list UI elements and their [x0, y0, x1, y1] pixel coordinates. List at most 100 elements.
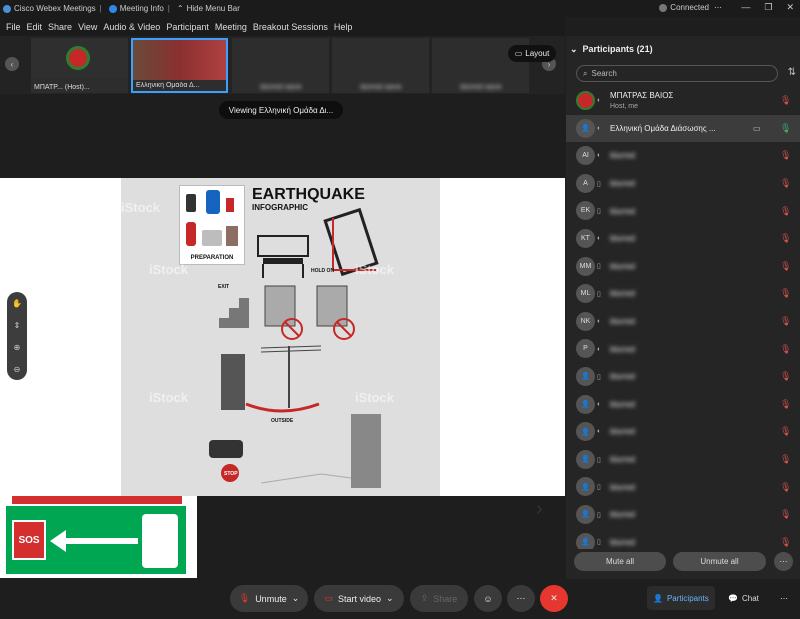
start-video-button[interactable]: ▭ Start video ⌄: [314, 585, 404, 612]
more-options-button[interactable]: ⋯: [774, 552, 793, 571]
hide-menu-bar-button[interactable]: ⌃ Hide Menu Bar: [177, 4, 240, 13]
unmute-button[interactable]: 🎙 Unmute ⌄: [230, 585, 308, 612]
more-icon: ⋯: [516, 593, 526, 603]
mic-muted-icon[interactable]: 🎙: [780, 316, 791, 327]
mic-muted-icon[interactable]: 🎙: [780, 344, 791, 355]
participant-name: blurred: [610, 537, 635, 547]
video-strip: ‹ ΜΠΑΤΡ... (Host)... Ελληνική Ομάδα Δ...…: [0, 36, 565, 94]
participant-row[interactable]: KT ◐ blurred 🎙: [566, 225, 800, 253]
menu-help[interactable]: Help: [334, 22, 353, 32]
unmute-all-button[interactable]: Unmute all: [673, 552, 766, 571]
headset-icon: ◐: [597, 428, 602, 436]
participant-row[interactable]: 👤 ▯ blurred 🎙: [566, 473, 800, 501]
mic-muted-icon[interactable]: 🎙: [780, 454, 791, 465]
menu-meeting[interactable]: Meeting: [215, 22, 247, 32]
reactions-button[interactable]: ☺: [474, 585, 502, 612]
avatar: MM: [576, 256, 595, 276]
mic-muted-icon[interactable]: 🎙: [780, 150, 791, 161]
participant-row[interactable]: NK ◐ blurred 🎙: [566, 308, 800, 336]
video-thumb-host[interactable]: ΜΠΑΤΡ... (Host)...: [31, 38, 128, 93]
participant-search-input[interactable]: ⌕ Search: [576, 65, 778, 82]
participant-row[interactable]: 👤 ◐ Ελληνική Ομάδα Διάσωσης ... ▭ 🎙: [566, 114, 800, 143]
close-window-button[interactable]: ✕: [786, 2, 794, 13]
mic-on-icon[interactable]: 🎙: [780, 123, 791, 134]
infographic-drawing: [209, 207, 381, 488]
avatar: 👤: [576, 532, 595, 549]
avatar: AI: [576, 146, 595, 166]
next-page-arrow[interactable]: ›: [536, 498, 543, 521]
sort-icon[interactable]: ⇅: [788, 67, 796, 78]
share-button[interactable]: ⇪ Share: [410, 585, 468, 612]
mic-muted-icon[interactable]: 🎙: [780, 426, 791, 437]
leave-meeting-button[interactable]: ✕: [540, 585, 568, 612]
menu-participant[interactable]: Participant: [166, 22, 209, 32]
menu-audio-video[interactable]: Audio & Video: [103, 22, 160, 32]
participant-name: blurred: [610, 151, 635, 161]
mic-muted-icon[interactable]: 🎙: [780, 288, 791, 299]
zoom-out-icon[interactable]: ⊖: [7, 358, 27, 380]
connected-icon: [659, 3, 668, 12]
participant-row[interactable]: 👤 ◐ blurred 🎙: [566, 418, 800, 446]
watermark: iStock: [149, 390, 189, 405]
participant-name: blurred: [610, 510, 635, 520]
participant-row[interactable]: AI ◐ blurred 🎙: [566, 142, 800, 170]
participants-toggle-button[interactable]: 👤 Participants: [647, 586, 715, 610]
participant-row[interactable]: MM ▯ blurred 🎙: [566, 253, 800, 281]
mic-muted-icon[interactable]: 🎙: [780, 509, 791, 520]
menu-edit[interactable]: Edit: [27, 22, 43, 32]
participants-panel: ⌄ Participants (21) ⌕ Search ⇅ ◐ ΜΠΑΤΡΑΣ Β…: [566, 36, 800, 579]
participant-row[interactable]: 👤 ▯ blurred 🎙: [566, 529, 800, 549]
chat-icon: 💬: [728, 593, 738, 603]
chat-toggle-button[interactable]: 💬 Chat: [722, 586, 765, 610]
participant-list: ◐ ΜΠΑΤΡΑΣ ΒΑΙΟΣ Host, me 🎙 👤 ◐ Ελληνική …: [566, 87, 800, 549]
mic-muted-icon[interactable]: 🎙: [780, 371, 791, 382]
participant-row[interactable]: 👤 ▯ blurred 🎙: [566, 501, 800, 529]
watermark: iStock: [149, 262, 189, 277]
video-thumb[interactable]: blurred name: [232, 38, 329, 93]
menu-view[interactable]: View: [78, 22, 97, 32]
zoom-in-icon[interactable]: ⊕: [7, 336, 27, 358]
participant-row[interactable]: 👤 ◐ blurred 🎙: [566, 391, 800, 419]
more-panels-button[interactable]: ⋯: [774, 586, 794, 610]
layout-button[interactable]: ▭ Layout: [508, 45, 556, 62]
avatar: P: [576, 339, 595, 359]
mute-all-button[interactable]: Mute all: [574, 552, 666, 571]
meeting-info-button[interactable]: Meeting Info: [108, 4, 164, 13]
video-thumb-active[interactable]: Ελληνική Ομάδα Δ...: [131, 38, 228, 93]
menu-file[interactable]: File: [6, 22, 21, 32]
participant-row[interactable]: 👤 ▯ blurred 🎙: [566, 363, 800, 391]
headset-icon: ◐: [597, 318, 602, 326]
participants-header[interactable]: ⌄ Participants (21): [566, 36, 800, 62]
participant-row[interactable]: A ▯ blurred 🎙: [566, 170, 800, 198]
menu-breakout[interactable]: Breakout Sessions: [253, 22, 328, 32]
mic-muted-icon[interactable]: 🎙: [780, 537, 791, 548]
avatar: ML: [576, 284, 595, 304]
restore-button[interactable]: ❐: [764, 2, 772, 13]
fit-icon[interactable]: ⇕: [7, 314, 27, 336]
participant-row[interactable]: ◐ ΜΠΑΤΡΑΣ ΒΑΙΟΣ Host, me 🎙: [566, 87, 800, 115]
menu-share[interactable]: Share: [48, 22, 72, 32]
video-thumb[interactable]: blurred name: [332, 38, 429, 93]
mic-muted-icon[interactable]: 🎙: [780, 261, 791, 272]
strip-prev-button[interactable]: ‹: [5, 57, 19, 71]
mic-muted-icon[interactable]: 🎙: [780, 95, 791, 106]
mic-muted-icon[interactable]: 🎙: [780, 482, 791, 493]
participant-row[interactable]: ML ▯ blurred 🎙: [566, 280, 800, 308]
chevron-down-icon: ⌄: [570, 43, 578, 54]
mic-muted-icon[interactable]: 🎙: [780, 178, 791, 189]
participant-name: blurred: [610, 261, 635, 271]
avatar: 👤: [576, 504, 595, 524]
participant-row[interactable]: 👤 ▯ blurred 🎙: [566, 446, 800, 474]
more-button[interactable]: ⋯: [507, 585, 535, 612]
mic-muted-icon[interactable]: 🎙: [780, 399, 791, 410]
mic-muted-icon[interactable]: 🎙: [780, 206, 791, 217]
outside-label: OUTSIDE: [271, 418, 294, 424]
participant-row[interactable]: P ◐ blurred 🎙: [566, 335, 800, 363]
hand-icon[interactable]: ✋: [7, 292, 27, 314]
participant-row[interactable]: EK ▯ blurred 🎙: [566, 197, 800, 225]
hold-on-label: HOLD ON: [311, 268, 335, 274]
mic-muted-icon[interactable]: 🎙: [780, 233, 791, 244]
minimize-button[interactable]: —: [741, 2, 750, 13]
sos-sign-image: SOS: [0, 496, 197, 578]
title-bar: Cisco Webex Meetings | Meeting Info | ⌃ H…: [0, 0, 800, 17]
